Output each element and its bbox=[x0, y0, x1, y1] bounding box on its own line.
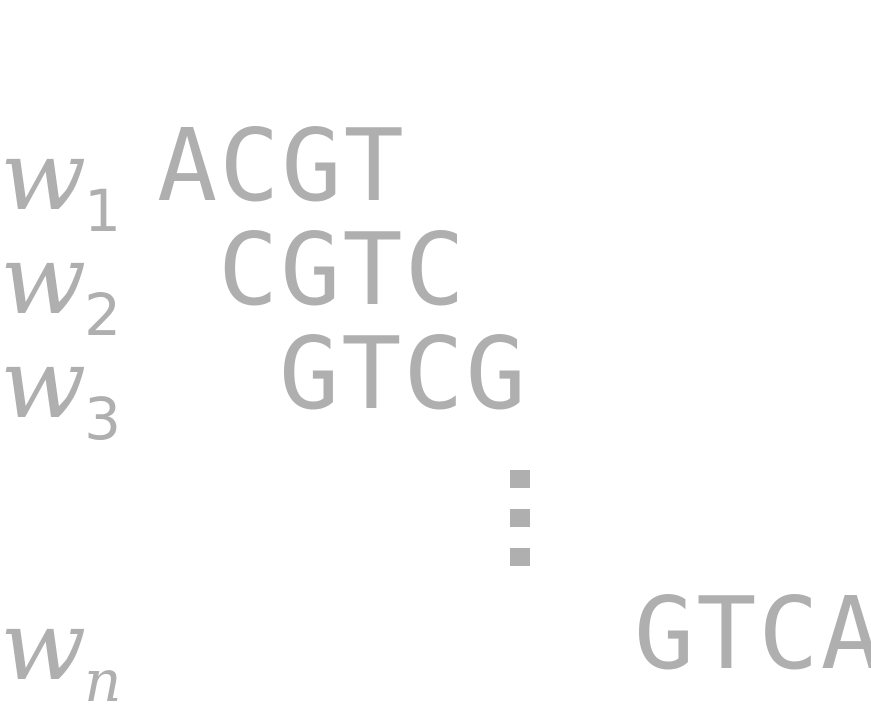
window-label-3: w3 bbox=[0, 328, 121, 448]
window-label-2: w2 bbox=[0, 224, 121, 344]
window-symbol: w bbox=[0, 120, 87, 232]
window-sequence-2: CGTC bbox=[218, 211, 467, 328]
sliding-window-diagram: w1 ACGT w2 CGTC w3 GTCG wn GTCA bbox=[0, 0, 871, 711]
ellipsis-dot bbox=[510, 509, 530, 527]
window-label-n: wn bbox=[0, 590, 122, 710]
vertical-ellipsis-icon bbox=[510, 470, 530, 566]
ellipsis-dot bbox=[510, 470, 530, 488]
window-sequence-n: GTCA bbox=[634, 575, 871, 692]
window-symbol: w bbox=[0, 328, 87, 440]
window-index: n bbox=[84, 647, 122, 715]
window-symbol: w bbox=[0, 590, 87, 702]
window-symbol: w bbox=[0, 224, 87, 336]
window-label-1: w1 bbox=[0, 120, 121, 240]
window-sequence-3: GTCG bbox=[279, 315, 528, 432]
ellipsis-dot bbox=[510, 548, 530, 566]
window-sequence-1: ACGT bbox=[157, 107, 406, 224]
window-index: 3 bbox=[84, 385, 122, 453]
